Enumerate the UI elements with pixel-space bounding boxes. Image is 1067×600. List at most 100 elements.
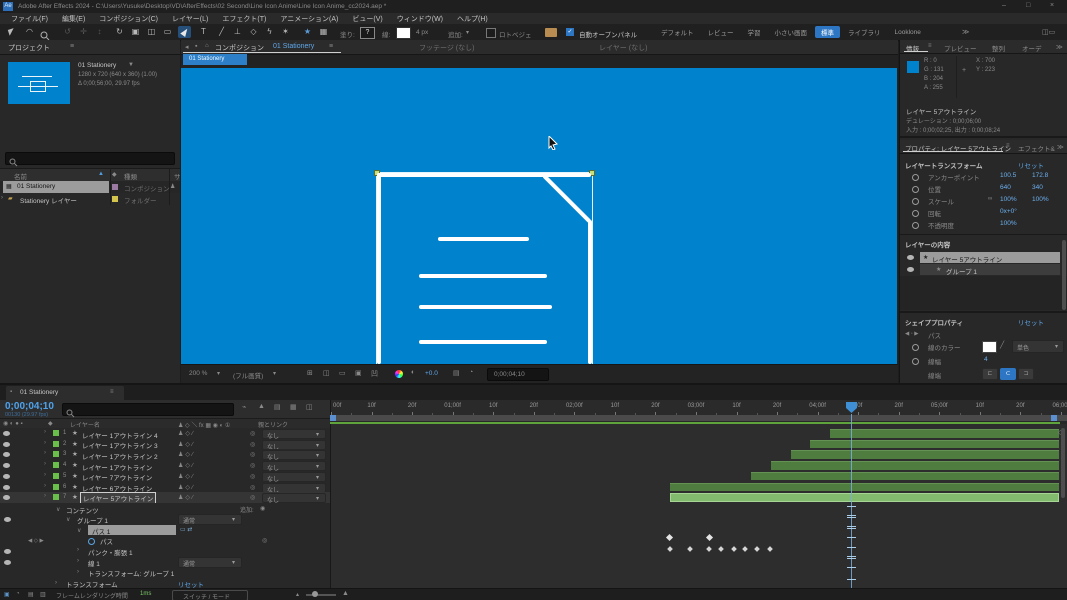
timeline-tab[interactable]: ▪ 01 Stationery ≡ bbox=[6, 386, 124, 400]
pick-whip-icon[interactable]: ◎ bbox=[250, 484, 255, 491]
exposure-value[interactable]: +0.0 bbox=[425, 370, 438, 377]
twirl-closed-icon[interactable]: › bbox=[44, 493, 46, 499]
timeline-search-input[interactable] bbox=[62, 403, 234, 416]
keyframe-diamond[interactable] bbox=[754, 546, 760, 552]
time-ruler[interactable]: 00f10f20f01;00f10f20f02;00f10f20f03;00f1… bbox=[330, 400, 1067, 415]
prop-value[interactable]: 340 bbox=[1032, 184, 1043, 191]
timeline-zoom-slider[interactable] bbox=[306, 594, 336, 596]
keyframe-diamond[interactable] bbox=[687, 546, 693, 552]
eraser-tool-icon[interactable]: ◇ bbox=[246, 27, 261, 36]
menu-item[interactable]: ウィンドウ(W) bbox=[390, 14, 450, 24]
layer-switches-icons[interactable]: ♟◇∕ bbox=[178, 494, 195, 501]
punk-row-label[interactable]: パンク・膨張 1 bbox=[88, 547, 133, 557]
active-camera-icon[interactable]: 凹 bbox=[371, 369, 378, 379]
render-time-icon[interactable]: ◔ bbox=[16, 591, 20, 597]
minimize-button[interactable]: – bbox=[1002, 2, 1006, 9]
pick-whip-icon[interactable]: ◎ bbox=[250, 430, 255, 437]
dock-overflow-icon[interactable]: ≫ bbox=[1057, 143, 1064, 151]
eye-icon[interactable] bbox=[3, 463, 10, 468]
selection-tool-icon[interactable]: ◤ bbox=[3, 25, 20, 38]
comp-mini-flowchart-icon[interactable]: ⌁ bbox=[242, 403, 246, 411]
cap-butt-button[interactable]: ⊏ bbox=[982, 368, 998, 380]
stroke-type-dropdown[interactable]: 単色 ▾ bbox=[1012, 340, 1064, 353]
keyframe-nav-icons[interactable]: ◀ ◇ ▶ bbox=[28, 538, 44, 544]
layer-switches-icons[interactable]: ♟◇∕ bbox=[178, 462, 195, 469]
snapshot-camera-icon[interactable]: ▤ bbox=[453, 369, 460, 377]
camera-tool-icon[interactable]: ▣ bbox=[128, 27, 143, 36]
eye-icon[interactable] bbox=[3, 474, 10, 479]
shape-reset-button[interactable]: リセット bbox=[1018, 317, 1044, 327]
menu-item[interactable]: 編集(E) bbox=[55, 14, 92, 24]
group-blend-dropdown[interactable]: 通常 ▾ bbox=[178, 514, 242, 525]
project-row-folder[interactable]: › ▰ Stationery レイヤー フォルダー bbox=[0, 193, 180, 205]
layer-color-chip[interactable] bbox=[53, 430, 59, 436]
workspace-item[interactable]: レビュー bbox=[702, 26, 740, 38]
expander-icon[interactable]: › bbox=[1, 195, 3, 201]
frame-blend-icon[interactable]: ▦ bbox=[290, 403, 297, 411]
parent-link-dropdown[interactable]: なし▾ bbox=[262, 440, 326, 450]
stopwatch-icon[interactable] bbox=[912, 174, 919, 181]
current-timecode[interactable]: 0;00;04;10 bbox=[5, 401, 54, 412]
pick-whip-icon[interactable]: ◎ bbox=[250, 441, 255, 448]
keyframe-diamond[interactable] bbox=[742, 546, 748, 552]
eye-icon[interactable] bbox=[907, 255, 914, 260]
parent-link-dropdown[interactable]: なし▾ bbox=[262, 472, 326, 482]
stroke-swatch[interactable] bbox=[396, 27, 411, 39]
path-row-label[interactable]: パス bbox=[100, 536, 113, 546]
color-channels-icon[interactable] bbox=[395, 370, 403, 378]
eye-icon[interactable] bbox=[3, 495, 10, 500]
layer-duration-bar[interactable] bbox=[791, 450, 1059, 459]
zoom-out-mountain-icon[interactable]: ▴ bbox=[296, 591, 299, 598]
maximize-button[interactable]: □ bbox=[1026, 2, 1030, 9]
dolly-tool-icon[interactable]: ↕ bbox=[92, 27, 107, 36]
comp-thumbnail[interactable] bbox=[8, 62, 70, 104]
tab-project[interactable]: プロジェクト bbox=[8, 43, 50, 53]
tab-preview[interactable]: プレビュー bbox=[944, 43, 977, 53]
panel-menu-icon[interactable]: ≡ bbox=[70, 43, 74, 50]
prop-value[interactable]: 100% bbox=[1000, 196, 1017, 203]
rotation-tool-icon[interactable]: ↻ bbox=[112, 27, 127, 36]
quality-caret-icon[interactable]: ▾ bbox=[273, 370, 276, 377]
hand-tool-icon[interactable]: ◠ bbox=[22, 27, 37, 36]
parent-link-dropdown[interactable]: なし▾ bbox=[262, 483, 326, 493]
group-row-label[interactable]: グループ 1 bbox=[77, 515, 108, 525]
eye-icon[interactable] bbox=[3, 485, 10, 490]
add-shape-label[interactable]: 追加: bbox=[240, 505, 254, 514]
layer-duration-bar[interactable] bbox=[810, 440, 1059, 449]
navigator-handle-left[interactable] bbox=[330, 415, 336, 421]
layer-color-chip[interactable] bbox=[53, 462, 59, 468]
menu-item[interactable]: レイヤー(L) bbox=[165, 14, 215, 24]
eye-icon[interactable] bbox=[3, 442, 10, 447]
tab-footage[interactable]: フッテージ (なし) bbox=[419, 43, 474, 53]
keyframe-diamond[interactable] bbox=[666, 534, 673, 541]
transform-reset-button[interactable]: リセット bbox=[1018, 160, 1044, 170]
pick-whip-icon[interactable]: ◎ bbox=[250, 473, 255, 480]
pick-whip-icon[interactable]: ◎ bbox=[250, 462, 255, 469]
keyframe-diamond[interactable] bbox=[731, 546, 737, 552]
navigator-handle-right[interactable] bbox=[1051, 415, 1057, 421]
comp-name-caret-icon[interactable]: ▼ bbox=[128, 62, 134, 68]
motion-star-icon[interactable]: ★ bbox=[300, 27, 315, 36]
cap-round-button[interactable]: ⊂ bbox=[1000, 368, 1016, 380]
transform-section-title[interactable]: レイヤートランスフォーム bbox=[905, 160, 982, 170]
parent-link-dropdown[interactable]: なし▾ bbox=[262, 493, 326, 503]
region-of-interest-icon[interactable]: ▭ bbox=[339, 369, 346, 377]
workspace-item[interactable]: 学習 bbox=[742, 26, 767, 38]
graph-editor-icon[interactable]: ◫ bbox=[306, 403, 313, 411]
path-direction-icons[interactable]: ▭ ⇄ bbox=[180, 526, 192, 533]
grid-guides-icon[interactable]: ▦ bbox=[316, 27, 331, 36]
workspace-item[interactable]: デフォルト bbox=[655, 26, 700, 38]
menu-item[interactable]: ビュー(V) bbox=[345, 14, 389, 24]
dock-overflow-icon[interactable]: ≫ bbox=[1056, 43, 1063, 51]
panel-menu-icon[interactable]: ≡ bbox=[110, 389, 114, 395]
prop-value[interactable]: 172.8 bbox=[1032, 172, 1048, 179]
workspace-item[interactable]: Looklone bbox=[889, 28, 927, 37]
keyframe-diamond[interactable] bbox=[718, 546, 724, 552]
twirl-closed-icon[interactable]: › bbox=[55, 580, 57, 586]
stroke-row-label[interactable]: 線 1 bbox=[88, 558, 100, 568]
menu-item[interactable]: ファイル(F) bbox=[4, 14, 55, 24]
roto-brush-tool-icon[interactable]: ϟ bbox=[262, 27, 277, 36]
eye-icon[interactable] bbox=[3, 452, 10, 457]
stopwatch-icon[interactable] bbox=[912, 186, 919, 193]
eye-icon[interactable] bbox=[4, 517, 11, 522]
